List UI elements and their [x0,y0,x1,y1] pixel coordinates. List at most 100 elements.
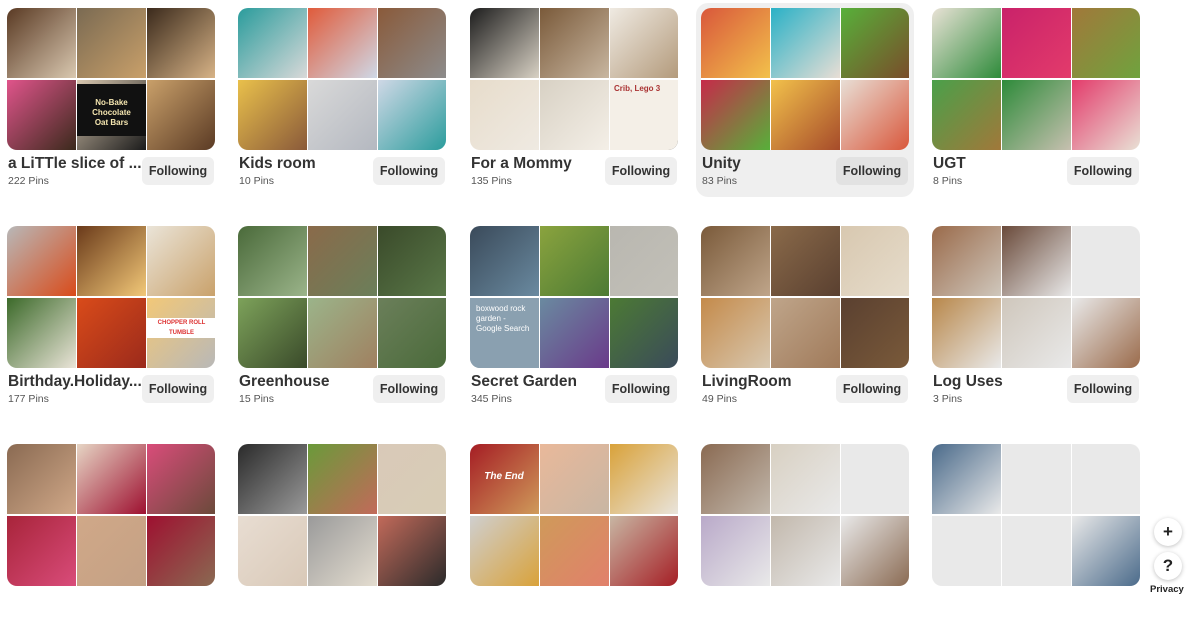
cover-caption-line: The End [484,471,524,482]
board-pin-count: 177 Pins [8,393,49,405]
pin-thumbnail [7,516,76,586]
pin-thumbnail [147,226,215,296]
pin-thumbnail [932,80,1001,150]
pin-thumbnail [238,80,307,150]
board-cover-collage[interactable] [701,226,909,368]
cover-caption-line: Oat Bars [94,118,129,127]
pin-thumbnail [147,8,215,78]
pin-thumbnail [147,444,215,514]
pin-thumbnail [470,8,539,78]
following-button[interactable]: Following [142,375,214,403]
board-card[interactable]: Kids room 10 Pins Following [233,3,451,197]
pin-thumbnail [238,444,307,514]
board-card[interactable]: LivingRoom 49 Pins Following [696,221,914,415]
board-cover-collage[interactable] [932,8,1140,150]
board-cover-collage[interactable] [238,226,446,368]
board-cover-collage[interactable] [238,444,446,586]
cover-caption: The End [478,472,530,482]
privacy-link[interactable]: Privacy [1150,584,1184,595]
following-button[interactable]: Following [836,157,908,185]
pin-thumbnail [932,226,1001,296]
pin-thumbnail [378,226,446,296]
pin-thumbnail [7,8,76,78]
board-title[interactable]: a LiTTle slice of ... [8,155,144,173]
board-cover-collage[interactable]: boxwood rock garden - Google Search [470,226,678,368]
board-cover-collage[interactable] [701,8,909,150]
cover-caption-line: boxwood rock garden - Google Search [476,304,530,333]
pin-thumbnail [1072,8,1140,78]
cover-caption-line: CHOPPER ROLL TUMBLE [157,320,206,336]
pin-thumbnail [1002,80,1071,150]
following-button[interactable]: Following [373,375,445,403]
board-pin-count: 15 Pins [239,393,275,405]
following-button[interactable]: Following [605,157,677,185]
pin-thumbnail [932,516,1001,586]
add-button[interactable]: + [1154,518,1182,546]
pin-thumbnail [1002,298,1071,368]
board-card[interactable]: UGT 8 Pins Following [927,3,1145,197]
board-cover-collage[interactable] [932,226,1140,368]
following-button[interactable]: Following [373,157,445,185]
pin-thumbnail [841,298,909,368]
pin-thumbnail [1002,516,1071,586]
pin-thumbnail [238,298,307,368]
pin-thumbnail [1072,226,1140,296]
board-title[interactable]: UGT [933,155,1069,173]
board-card[interactable]: Greenhouse 15 Pins Following [233,221,451,415]
following-button[interactable]: Following [836,375,908,403]
board-pin-count: 135 Pins [471,175,512,187]
pin-thumbnail [841,226,909,296]
boards-grid: No-Bake Chocolate Oat Bars a LiTTle slice o… [0,0,1196,599]
pin-thumbnail [771,298,840,368]
board-title[interactable]: Birthday.Holiday... [8,373,144,391]
board-title[interactable]: For a Mommy [471,155,607,173]
board-title[interactable]: Log Uses [933,373,1069,391]
board-card[interactable]: CHOPPER ROLL TUMBLE Birthday.Holiday... 17… [2,221,220,415]
pin-thumbnail [308,298,377,368]
board-card[interactable]: Crib, Lego 3 For a Mommy 135 Pins Following [465,3,683,197]
pin-thumbnail [378,444,446,514]
board-pin-count: 8 Pins [933,175,963,187]
board-card[interactable]: Unity 83 Pins Following [696,3,914,197]
pin-thumbnail [771,80,840,150]
pin-thumbnail [147,516,215,586]
board-card[interactable] [696,439,914,633]
board-cover-collage[interactable]: The End [470,444,678,586]
pin-thumbnail [540,80,609,150]
board-card[interactable]: The End [465,439,683,633]
following-button[interactable]: Following [142,157,214,185]
board-cover-collage[interactable] [932,444,1140,586]
pin-thumbnail [7,444,76,514]
board-card[interactable] [2,439,220,633]
board-title[interactable]: Greenhouse [239,373,375,391]
board-card[interactable] [927,439,1145,633]
board-cover-collage[interactable]: Crib, Lego 3 [470,8,678,150]
pin-thumbnail [308,226,377,296]
board-pin-count: 10 Pins [239,175,275,187]
pin-thumbnail [308,80,377,150]
following-button[interactable]: Following [1067,375,1139,403]
pin-thumbnail [308,8,377,78]
board-card[interactable] [233,439,451,633]
following-button[interactable]: Following [1067,157,1139,185]
following-button[interactable]: Following [605,375,677,403]
board-pin-count: 345 Pins [471,393,512,405]
board-title[interactable]: LivingRoom [702,373,838,391]
board-cover-collage[interactable]: CHOPPER ROLL TUMBLE [7,226,215,368]
board-title[interactable]: Secret Garden [471,373,607,391]
board-title[interactable]: Kids room [239,155,375,173]
pin-thumbnail [701,444,770,514]
pin-thumbnail [701,226,770,296]
pin-thumbnail [238,226,307,296]
board-card[interactable]: boxwood rock garden - Google Search Secre… [465,221,683,415]
board-title[interactable]: Unity [702,155,838,173]
board-card[interactable]: No-Bake Chocolate Oat Bars a LiTTle slice o… [2,3,220,197]
help-button[interactable]: ? [1154,552,1182,580]
board-cover-collage[interactable] [7,444,215,586]
cover-caption: No-Bake Chocolate Oat Bars [77,84,146,136]
pin-thumbnail [610,298,678,368]
board-cover-collage[interactable]: No-Bake Chocolate Oat Bars [7,8,215,150]
board-cover-collage[interactable] [701,444,909,586]
board-cover-collage[interactable] [238,8,446,150]
board-card[interactable]: Log Uses 3 Pins Following [927,221,1145,415]
